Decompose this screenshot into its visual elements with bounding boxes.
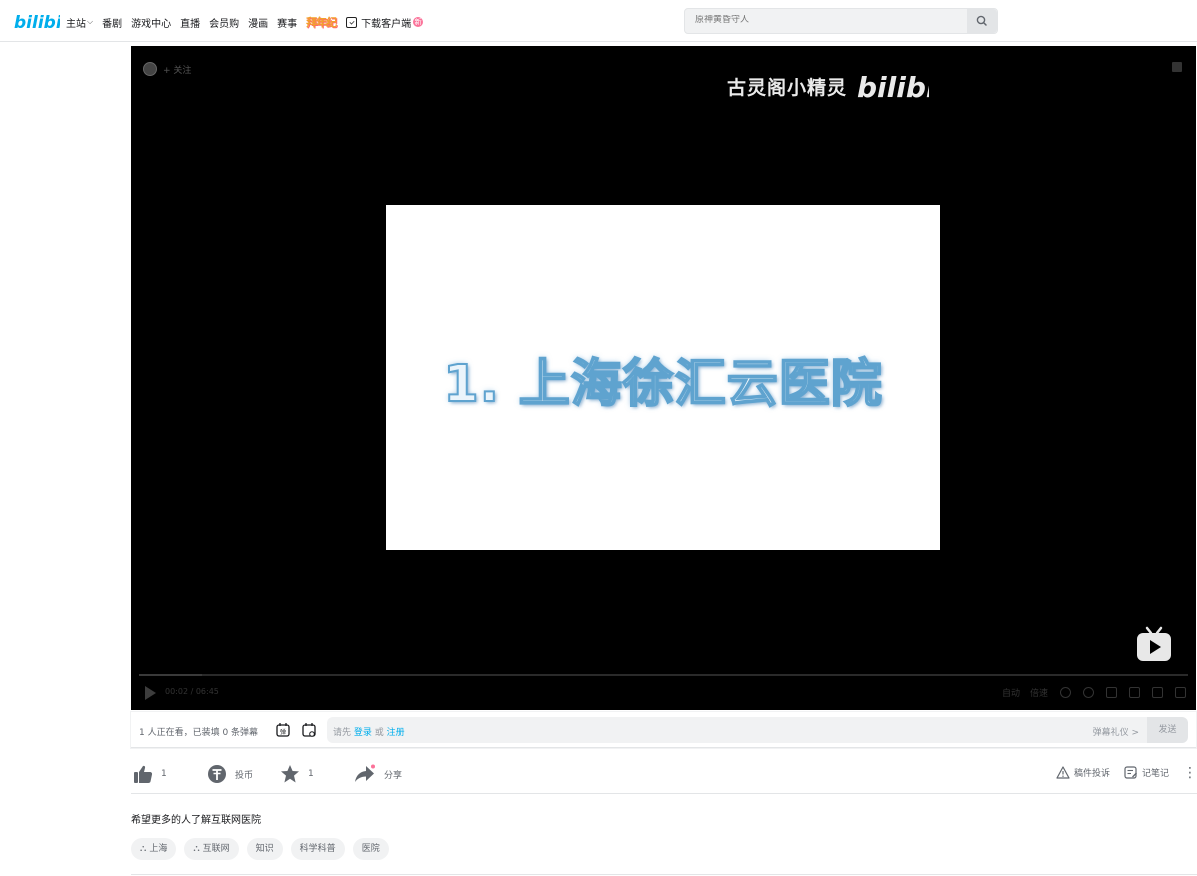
video-toolbar: 1 投币 1 分享 稿件投诉 记笔记 ⋮ bbox=[131, 758, 1197, 794]
thumbs-up-icon bbox=[134, 765, 153, 783]
tag-item[interactable]: ⛬ 上海 bbox=[131, 838, 177, 860]
take-note-button[interactable]: 记笔记 bbox=[1124, 766, 1169, 779]
topic-icon: ⛬ bbox=[193, 844, 200, 854]
player-controls: 00:02 / 06:45 自动 倍速 bbox=[131, 682, 1196, 704]
play-icon[interactable] bbox=[145, 686, 156, 700]
tag-item[interactable]: ⛬ 互联网 bbox=[184, 838, 239, 860]
nav-item-new-year-gala[interactable]: 拜年纪 bbox=[306, 14, 337, 30]
svg-text:bilibili: bilibili bbox=[857, 71, 929, 104]
follow-button[interactable]: + 关注 bbox=[163, 63, 191, 76]
bilibili-watermark-logo: bilibili bbox=[857, 71, 929, 104]
nav-item-esports[interactable]: 赛事 bbox=[277, 15, 297, 30]
pip-icon[interactable] bbox=[1106, 687, 1117, 698]
like-button[interactable]: 1 bbox=[133, 762, 167, 786]
report-button[interactable]: 稿件投诉 bbox=[1056, 766, 1110, 779]
download-icon bbox=[346, 16, 358, 28]
bilibili-tv-icon bbox=[1137, 626, 1171, 661]
search-bar bbox=[684, 8, 998, 34]
warning-icon bbox=[1056, 766, 1070, 779]
topic-icon: ⛬ bbox=[140, 844, 147, 854]
search-icon bbox=[976, 15, 987, 26]
video-description: 希望更多的人了解互联网医院 bbox=[131, 815, 261, 826]
coin-label: 投币 bbox=[235, 770, 254, 781]
video-watermark: 古灵阁小精灵 bilibili bbox=[727, 68, 929, 104]
tag-list: ⛬ 上海 ⛬ 互联网 知识 科学科普 医院 bbox=[131, 838, 397, 860]
player-follow[interactable]: + 关注 bbox=[143, 62, 191, 76]
share-icon bbox=[355, 764, 375, 782]
note-icon bbox=[1124, 766, 1137, 779]
fullscreen-icon[interactable] bbox=[1175, 687, 1186, 698]
nav-item-mall[interactable]: 会员购 bbox=[209, 15, 239, 30]
svg-text:bilibili: bilibili bbox=[14, 13, 60, 33]
flag-icon[interactable] bbox=[1172, 62, 1182, 72]
video-player[interactable]: + 关注 古灵阁小精灵 bilibili 1. 上海徐汇云医院 00:02 / … bbox=[131, 46, 1196, 710]
nav-item-game-center[interactable]: 游戏中心 bbox=[131, 15, 171, 30]
danmaku-bar: 1 人正在看，已装填 0 条弹幕 弹 请先 登录 或 注册 弹幕礼仪 > 发送 bbox=[131, 712, 1196, 748]
tag-item[interactable]: 知识 bbox=[246, 838, 283, 860]
danmaku-login-prompt: 请先 登录 或 注册 bbox=[333, 728, 405, 738]
time-display: 00:02 / 06:45 bbox=[165, 687, 219, 696]
danmaku-input[interactable]: 请先 登录 或 注册 弹幕礼仪 > bbox=[327, 717, 1147, 743]
more-options-icon[interactable]: ⋮ bbox=[1183, 766, 1197, 780]
share-label: 分享 bbox=[384, 770, 403, 781]
main-nav: 主站 ⌵ 番剧 游戏中心 直播 会员购 漫画 赛事 拜年纪 下载客户端 新 bbox=[66, 13, 432, 31]
send-danmaku-button[interactable]: 发送 bbox=[1147, 717, 1188, 743]
register-link[interactable]: 注册 bbox=[387, 728, 405, 738]
web-fullscreen-icon[interactable] bbox=[1152, 687, 1163, 698]
danmaku-settings-icon[interactable] bbox=[302, 722, 316, 738]
danmaku-etiquette-link[interactable]: 弹幕礼仪 > bbox=[1093, 725, 1139, 738]
star-icon bbox=[281, 765, 299, 783]
nav-item-anime[interactable]: 番剧 bbox=[102, 15, 122, 30]
auto-quality-button[interactable]: 自动 bbox=[1002, 686, 1020, 699]
bilibili-logo[interactable]: bilibili bbox=[14, 8, 60, 34]
nav-item-manga[interactable]: 漫画 bbox=[248, 15, 268, 30]
search-button[interactable] bbox=[967, 9, 997, 33]
player-controls-right: 自动 倍速 bbox=[992, 686, 1186, 699]
favorite-button[interactable]: 1 bbox=[280, 762, 314, 786]
favorite-count: 1 bbox=[308, 769, 314, 779]
danmaku-toggle-icon[interactable]: 弹 bbox=[276, 722, 290, 738]
slide-title: 1. 上海徐汇云医院 bbox=[442, 354, 883, 415]
video-frame-slide: 1. 上海徐汇云医院 bbox=[386, 205, 940, 550]
toolbar-right: 稿件投诉 记笔记 ⋮ bbox=[1042, 766, 1197, 780]
search-input[interactable] bbox=[695, 15, 945, 25]
progress-bar[interactable] bbox=[139, 674, 1188, 676]
widescreen-icon[interactable] bbox=[1129, 687, 1140, 698]
login-link[interactable]: 登录 bbox=[354, 728, 372, 738]
svg-text:弹: 弹 bbox=[280, 728, 286, 736]
watermark-text: 古灵阁小精灵 bbox=[727, 76, 848, 99]
new-badge: 新 bbox=[413, 17, 424, 27]
coin-icon bbox=[208, 765, 226, 783]
tag-item[interactable]: 医院 bbox=[352, 838, 389, 860]
divider bbox=[131, 874, 1197, 875]
report-label: 稿件投诉 bbox=[1073, 769, 1110, 779]
nav-item-home[interactable]: 主站 ⌵ bbox=[66, 15, 93, 30]
top-header: bilibili 主站⌵ 番剧 游戏中心 直播 会员购 漫画 赛事 拜年纪 下载… bbox=[0, 0, 1197, 42]
playback-speed-button[interactable]: 倍速 bbox=[1030, 686, 1048, 699]
viewer-count: 1 人正在看，已装填 0 条弹幕 bbox=[139, 728, 259, 738]
download-client-link[interactable]: 下载客户端 新 bbox=[346, 15, 424, 30]
share-button[interactable]: 分享 bbox=[354, 762, 402, 786]
note-label: 记笔记 bbox=[1141, 769, 1169, 779]
coin-button[interactable]: 投币 bbox=[207, 762, 253, 786]
progress-fill bbox=[139, 674, 202, 676]
download-label: 下载客户端 bbox=[361, 18, 412, 30]
nav-item-live[interactable]: 直播 bbox=[180, 15, 200, 30]
tag-item[interactable]: 科学科普 bbox=[290, 838, 345, 860]
uploader-avatar bbox=[143, 62, 157, 76]
volume-icon[interactable] bbox=[1060, 687, 1071, 698]
chevron-down-icon: ⌵ bbox=[87, 17, 94, 26]
like-count: 1 bbox=[161, 769, 167, 779]
settings-icon[interactable] bbox=[1083, 687, 1094, 698]
